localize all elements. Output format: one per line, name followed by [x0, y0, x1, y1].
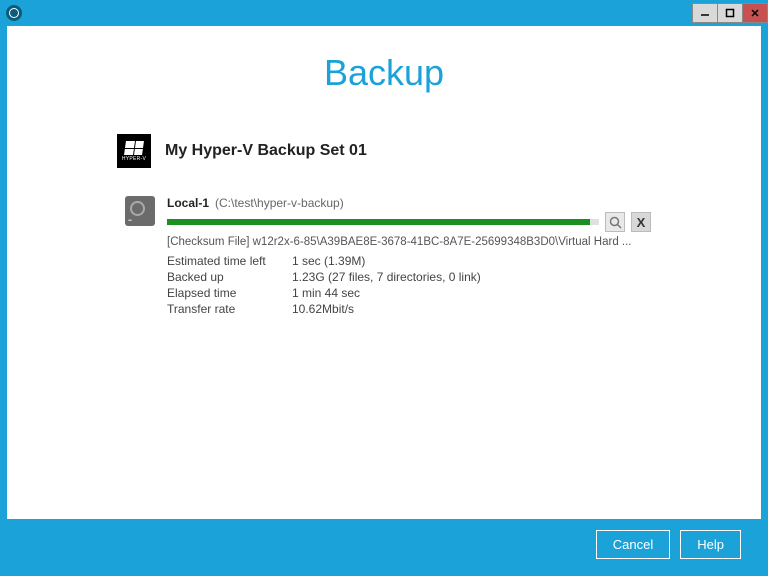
progress-row: X [167, 212, 651, 232]
destination-details: Local-1 (C:\test\hyper-v-backup) X [Chec… [167, 196, 651, 318]
destination-path: (C:\test\hyper-v-backup) [215, 196, 344, 210]
stop-button[interactable]: X [631, 212, 651, 232]
eta-label: Estimated time left [167, 254, 292, 268]
elapsed-value: 1 min 44 sec [292, 286, 360, 300]
titlebar [0, 0, 768, 26]
elapsed-label: Elapsed time [167, 286, 292, 300]
backup-set-name: My Hyper-V Backup Set 01 [165, 142, 367, 160]
minimize-button[interactable] [692, 3, 718, 23]
progress-bar [167, 219, 599, 225]
main-area: Backup HYPER-V My Hyper-V Backup Set 01 … [7, 26, 761, 519]
content-frame: Backup HYPER-V My Hyper-V Backup Set 01 … [7, 26, 761, 569]
eta-value: 1 sec (1.39M) [292, 254, 365, 268]
storage-icon [125, 196, 155, 226]
help-button[interactable]: Help [680, 530, 741, 559]
progress-fill [167, 219, 590, 225]
log-button[interactable] [605, 212, 625, 232]
cancel-button[interactable]: Cancel [596, 530, 670, 559]
app-icon [6, 5, 22, 21]
current-file: [Checksum File] w12r2x-6-85\A39BAE8E-367… [167, 236, 651, 248]
rate-value: 10.62Mbit/s [292, 302, 354, 316]
maximize-button[interactable] [717, 3, 743, 23]
destination-block: Local-1 (C:\test\hyper-v-backup) X [Chec… [7, 196, 761, 318]
footer: Cancel Help [7, 519, 761, 569]
backup-set-header: HYPER-V My Hyper-V Backup Set 01 [7, 134, 761, 168]
stats: Estimated time left 1 sec (1.39M) Backed… [167, 254, 651, 316]
backed-label: Backed up [167, 270, 292, 284]
hyperv-logo-icon: HYPER-V [117, 134, 151, 168]
close-button[interactable] [742, 3, 768, 23]
destination-name: Local-1 [167, 196, 209, 210]
backed-value: 1.23G (27 files, 7 directories, 0 link) [292, 270, 481, 284]
logo-text: HYPER-V [122, 156, 146, 162]
rate-label: Transfer rate [167, 302, 292, 316]
window-controls [693, 3, 768, 23]
page-title: Backup [7, 52, 761, 94]
